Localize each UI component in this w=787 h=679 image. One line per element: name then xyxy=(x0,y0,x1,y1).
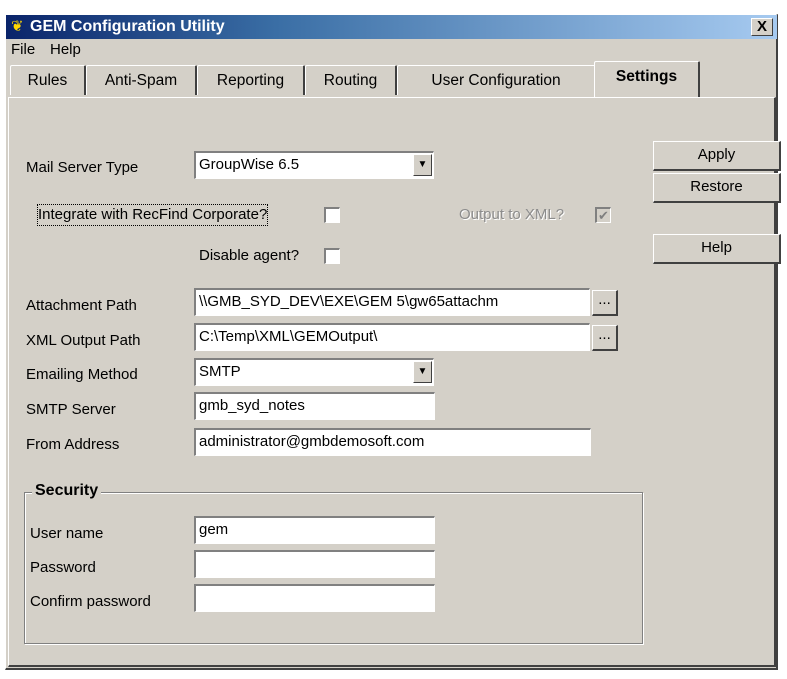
close-button[interactable]: X xyxy=(751,18,773,36)
emailing-method-label: Emailing Method xyxy=(26,366,138,383)
xml-output-path-label: XML Output Path xyxy=(26,332,141,349)
user-name-field[interactable]: gem xyxy=(194,516,435,544)
tab-settings[interactable]: Settings xyxy=(594,61,700,97)
tab-rules[interactable]: Rules xyxy=(10,65,86,95)
gem-logo-icon: ❦ xyxy=(11,18,24,35)
user-name-label: User name xyxy=(30,525,104,542)
checkmark-icon: ✔ xyxy=(598,208,609,223)
smtp-server-label: SMTP Server xyxy=(26,401,116,418)
restore-button[interactable]: Restore xyxy=(653,173,781,203)
window-title: GEM Configuration Utility xyxy=(30,18,225,35)
app-window: ❦ GEM Configuration Utility X File Help … xyxy=(5,14,781,670)
xml-output-path-field[interactable]: C:\Temp\XML\GEMOutput\ xyxy=(194,323,590,351)
smtp-server-field[interactable]: gmb_syd_notes xyxy=(194,392,435,420)
from-address-field[interactable]: administrator@gmbdemosoft.com xyxy=(194,428,591,456)
mail-server-type-value: GroupWise 6.5 xyxy=(199,156,300,173)
tab-reporting[interactable]: Reporting xyxy=(197,65,305,95)
tab-user-configuration[interactable]: User Configuration xyxy=(397,65,596,95)
security-title: Security xyxy=(32,481,102,501)
emailing-method-value: SMTP xyxy=(199,363,241,380)
password-label: Password xyxy=(30,559,96,576)
menu-bar: File Help xyxy=(6,39,777,61)
tab-anti-spam[interactable]: Anti-Spam xyxy=(86,65,197,95)
disable-agent-checkbox[interactable] xyxy=(324,248,340,264)
chevron-down-icon[interactable]: ▼ xyxy=(413,361,432,383)
integrate-recfind-checkbox[interactable] xyxy=(324,207,340,223)
password-field[interactable] xyxy=(194,550,435,578)
integrate-recfind-label[interactable]: Integrate with RecFind Corporate? xyxy=(36,204,269,226)
output-to-xml-checkbox: ✔ xyxy=(595,207,611,223)
mail-server-type-select[interactable]: GroupWise 6.5 ▼ xyxy=(194,151,434,179)
apply-button[interactable]: Apply xyxy=(653,141,781,171)
emailing-method-select[interactable]: SMTP ▼ xyxy=(194,358,434,386)
attachment-browse-button[interactable]: ... xyxy=(592,290,618,316)
disable-agent-label: Disable agent? xyxy=(199,247,300,264)
from-address-label: From Address xyxy=(26,436,120,453)
mail-server-type-label: Mail Server Type xyxy=(26,159,139,176)
menu-file[interactable]: File xyxy=(11,40,35,60)
tab-routing[interactable]: Routing xyxy=(305,65,397,95)
help-button[interactable]: Help xyxy=(653,234,781,264)
chevron-down-icon[interactable]: ▼ xyxy=(413,154,432,176)
confirm-password-label: Confirm password xyxy=(30,593,151,610)
title-bar[interactable]: ❦ GEM Configuration Utility X xyxy=(6,15,777,39)
attachment-path-field[interactable]: \\GMB_SYD_DEV\EXE\GEM 5\gw65attachm xyxy=(194,288,590,316)
xml-output-browse-button[interactable]: ... xyxy=(592,325,618,351)
menu-help[interactable]: Help xyxy=(50,40,81,60)
confirm-password-field[interactable] xyxy=(194,584,435,612)
output-to-xml-label: Output to XML? xyxy=(459,206,565,223)
attachment-path-label: Attachment Path xyxy=(26,297,137,314)
